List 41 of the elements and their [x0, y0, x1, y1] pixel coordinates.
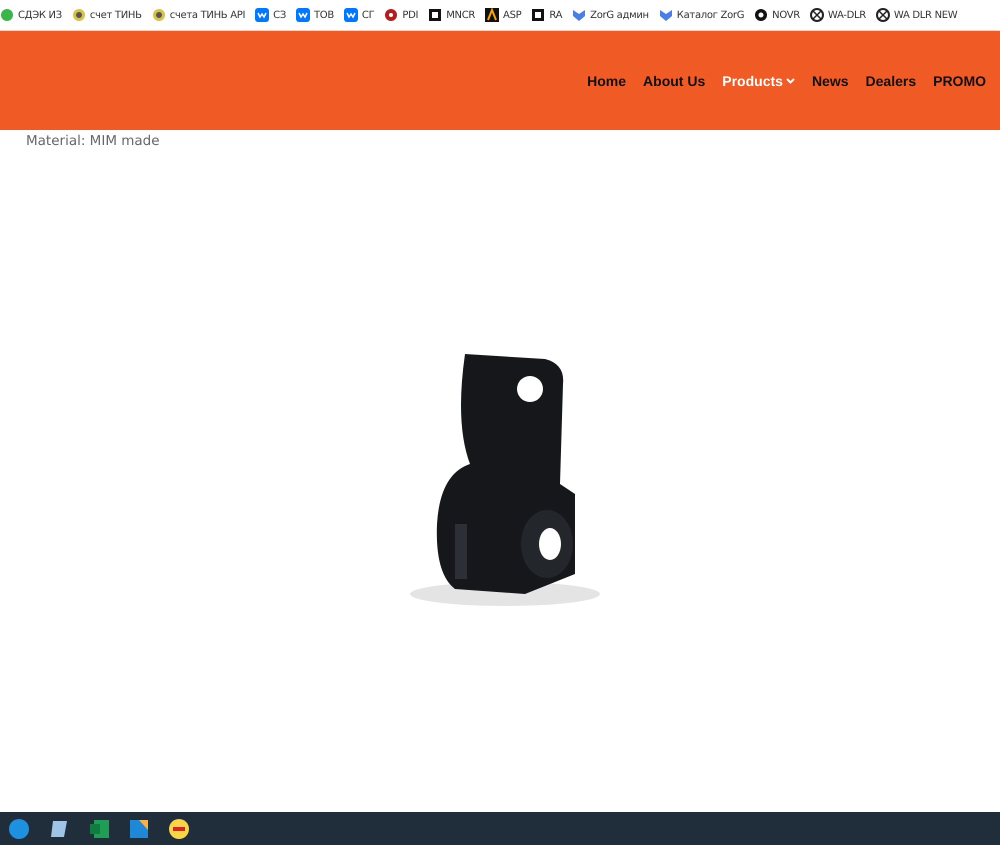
bookmark-icon	[485, 8, 500, 22]
bookmark-icon	[658, 8, 673, 22]
app-icon[interactable]	[128, 818, 150, 840]
bookmark-icon	[531, 8, 546, 22]
bookmark-icon	[384, 8, 398, 22]
bookmark-icon	[754, 8, 768, 22]
bookmark-icon	[810, 8, 824, 22]
app-icon[interactable]	[168, 818, 190, 840]
bookmark-link[interactable]: Каталог ZorG	[658, 8, 744, 22]
nav-link[interactable]: Home	[587, 72, 626, 88]
bookmark-link[interactable]: ТОВ	[296, 8, 334, 22]
bookmark-icon	[572, 8, 586, 22]
bookmark-link[interactable]: СГ	[344, 8, 374, 22]
bookmark-link[interactable]: СДЭК ИЗ	[0, 8, 62, 22]
caret-icon	[786, 78, 795, 84]
bookmark-icon	[428, 8, 442, 22]
material-text: Material: MIM made	[26, 133, 161, 149]
bookmark-link[interactable]: счета ТИНЬ API	[152, 8, 246, 22]
bookmark-link[interactable]: RA	[531, 8, 562, 22]
bookmark-link[interactable]: счет ТИНЬ	[72, 8, 142, 22]
bookmark-link[interactable]: WA DLR NEW	[876, 8, 958, 22]
vk-icon	[344, 8, 358, 22]
app-icon[interactable]	[8, 818, 30, 840]
bookmark-link[interactable]: WA-DLR	[810, 8, 866, 22]
nav-link[interactable]: PROMO	[933, 72, 986, 88]
nav-link[interactable]: Dealers	[866, 72, 916, 88]
bookmark-link[interactable]: MNCR	[428, 8, 476, 22]
app-icon[interactable]	[88, 818, 110, 840]
bookmark-link[interactable]: ASP	[485, 8, 522, 22]
nav-link[interactable]: About Us	[643, 72, 706, 88]
bookmark-icon	[72, 8, 86, 22]
vk-icon	[255, 8, 270, 22]
bookmark-link[interactable]: ZorG админ	[572, 8, 649, 22]
bookmark-icon	[152, 8, 166, 22]
bookmark-icon	[0, 8, 14, 22]
bookmark-link[interactable]: NOVR	[754, 8, 800, 22]
nav-link[interactable]: News	[812, 72, 849, 88]
bookmark-link[interactable]: PDI	[384, 8, 418, 22]
vk-icon	[296, 8, 310, 22]
bookmark-link[interactable]: СЗ	[255, 8, 286, 22]
bookmark-icon	[876, 8, 890, 22]
